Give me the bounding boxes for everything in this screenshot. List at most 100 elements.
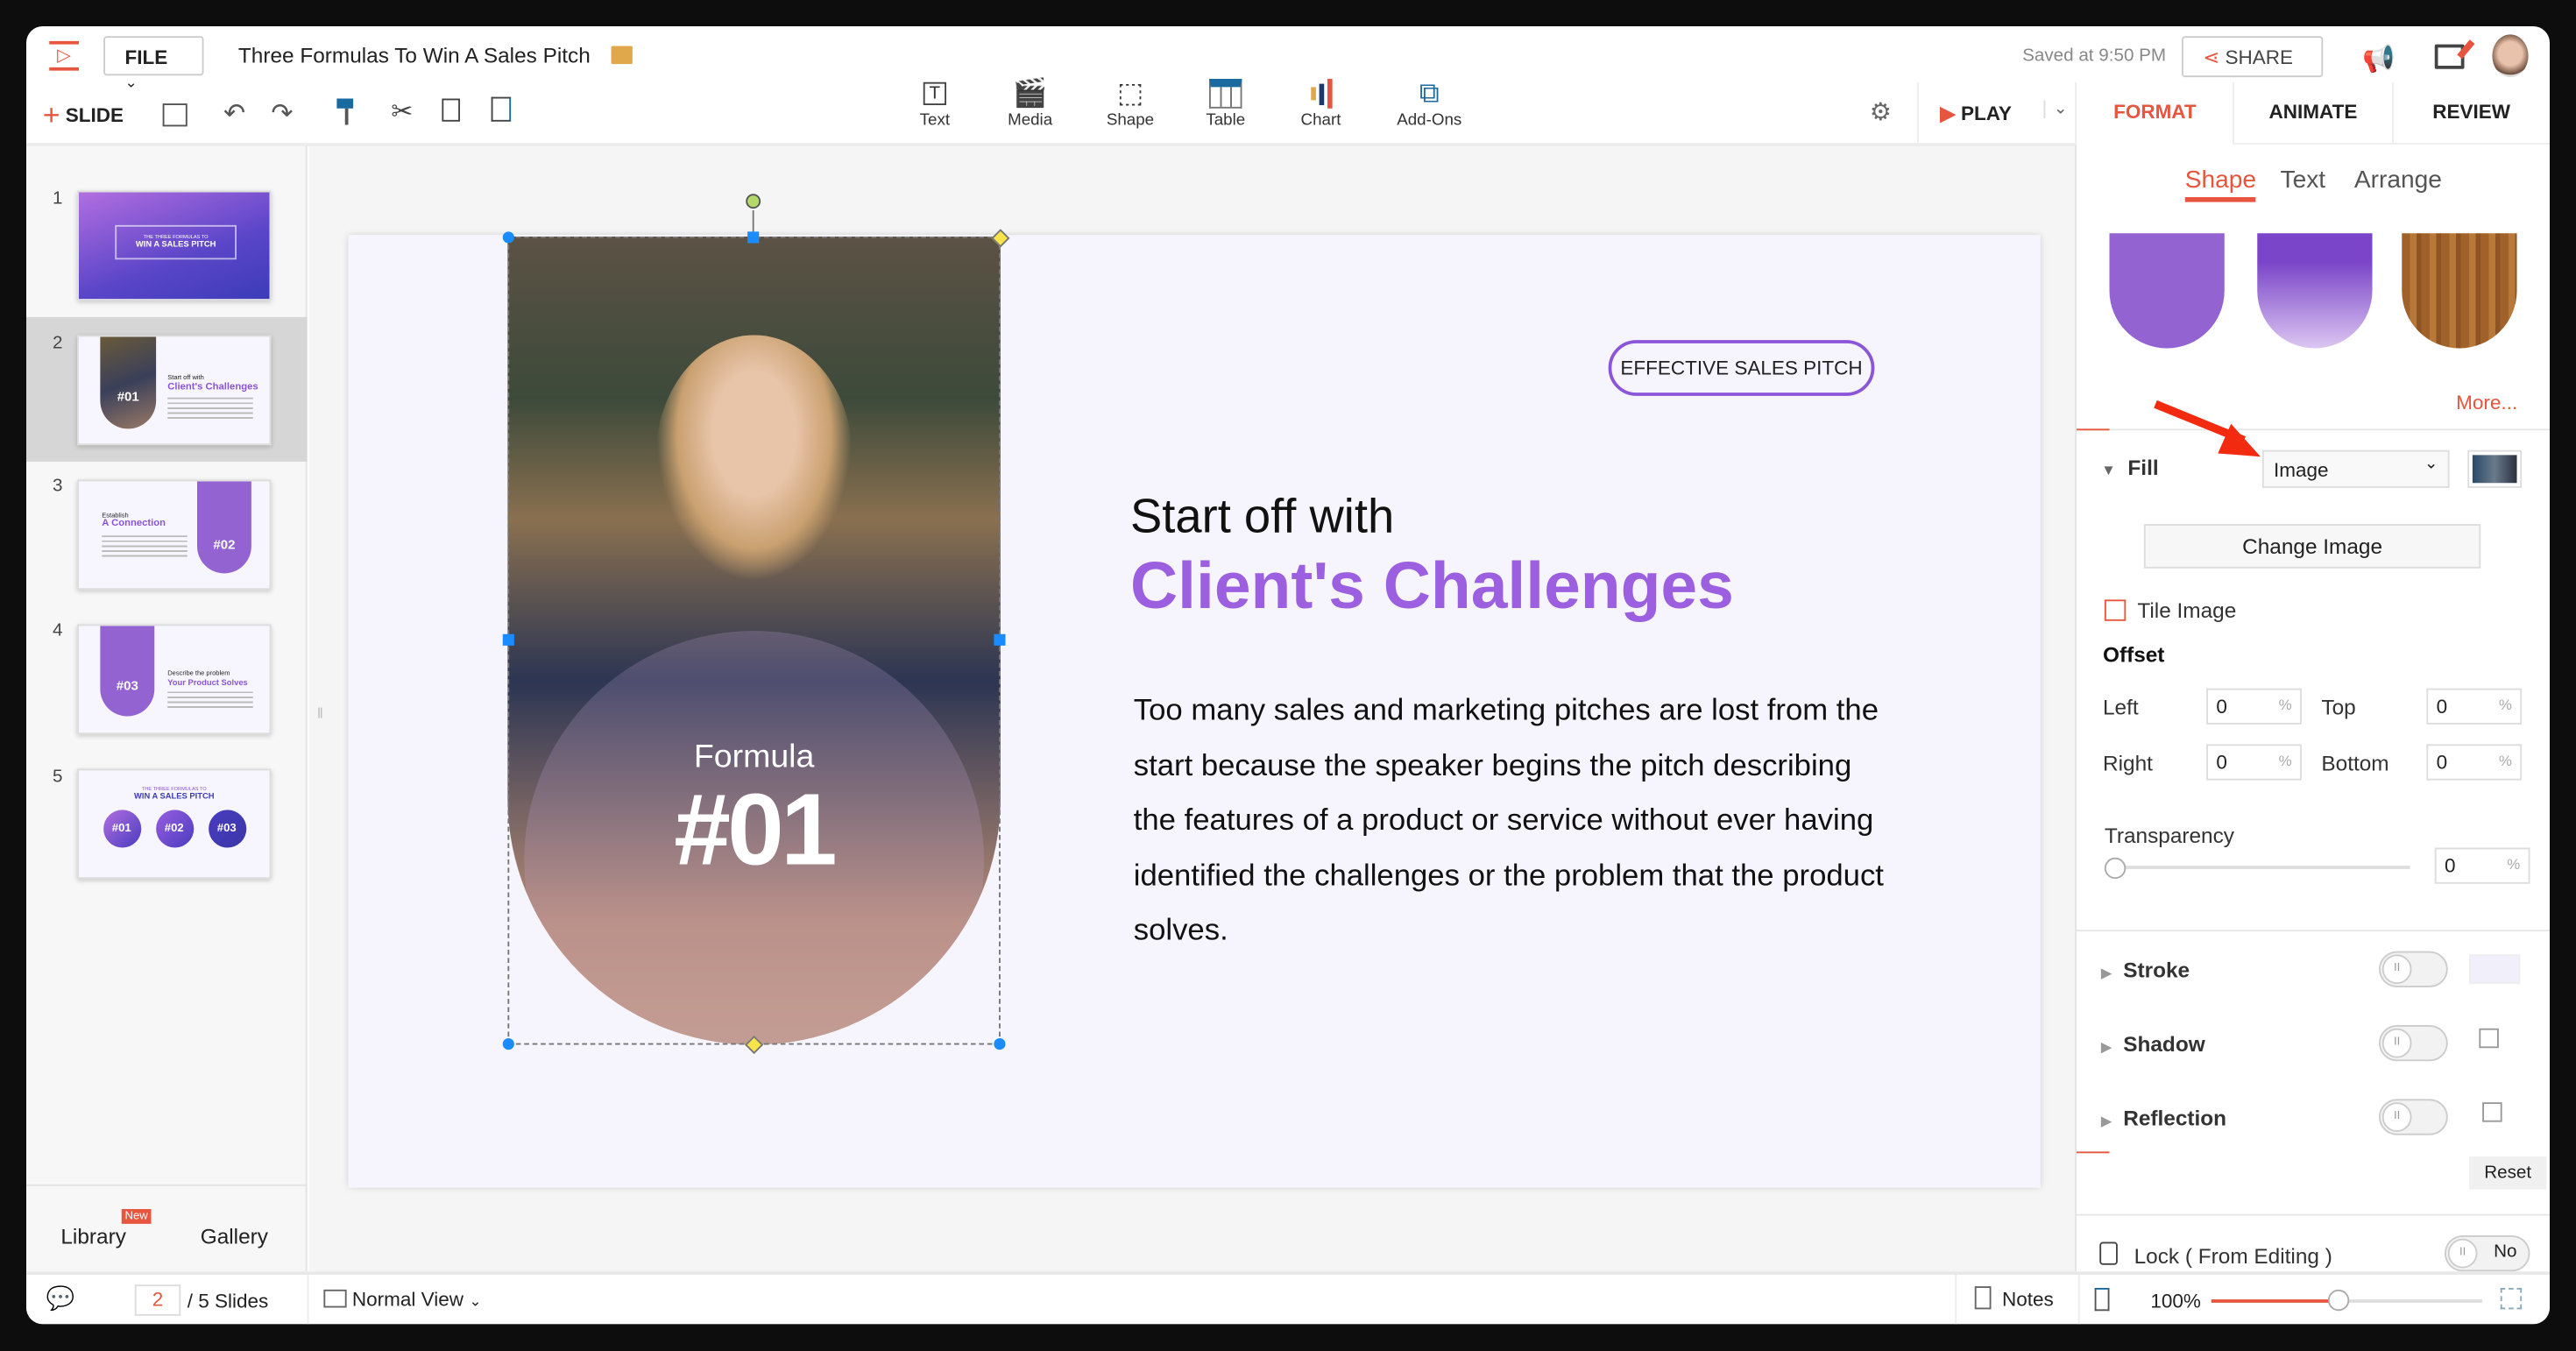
share-label: SHARE [2225, 46, 2294, 69]
paste-icon[interactable] [491, 96, 512, 122]
resize-handle[interactable] [747, 231, 760, 244]
file-menu-button[interactable]: FILE ⌄ [103, 36, 204, 90]
thumb-badge: #01 [103, 810, 141, 848]
fit-slide-icon[interactable] [2094, 1288, 2110, 1312]
feedback-icon[interactable] [2434, 39, 2475, 69]
reflection-section-header[interactable]: ▶ Reflection [2101, 1106, 2226, 1130]
lock-toggle[interactable]: II No [2445, 1235, 2530, 1272]
slide-canvas[interactable]: Formula #01 EFFECTIVE SALES PITCH Start … [348, 194, 2041, 1188]
library-button[interactable]: Library [60, 1224, 126, 1248]
undo-icon[interactable]: ↶ [223, 97, 245, 131]
resize-handle[interactable] [502, 1038, 514, 1050]
insert-chart-button[interactable]: Chart [1280, 75, 1362, 130]
insert-text-button[interactable]: T Text [894, 75, 976, 130]
rotate-handle[interactable] [746, 194, 761, 209]
caret-down-icon: ▼ [2101, 461, 2116, 478]
stroke-toggle[interactable]: II [2379, 951, 2448, 987]
fill-section-header[interactable]: ▼ Fill [2101, 455, 2159, 479]
image-thumbnail [2472, 455, 2517, 484]
offset-bottom-label: Bottom [2321, 750, 2389, 775]
fill-preset-solid[interactable] [2109, 233, 2225, 349]
tab-review[interactable]: REVIEW [2391, 81, 2550, 145]
stroke-section-header[interactable]: ▶ Stroke [2101, 958, 2190, 982]
tab-format[interactable]: FORMAT [2075, 81, 2233, 145]
shadow-preset-icon[interactable] [2479, 1028, 2499, 1049]
reflection-label: Reflection [2123, 1105, 2227, 1130]
panel-tabs: FORMAT ANIMATE REVIEW [2075, 81, 2550, 145]
slide-thumbnail-5[interactable]: THE THREE FORMULAS TO WIN A SALES PITCH … [77, 768, 272, 880]
announcement-icon[interactable]: 📢 [2362, 43, 2395, 76]
view-mode-dropdown[interactable]: Normal View ⌄ [323, 1288, 481, 1311]
insert-shape-button[interactable]: ⬚ Shape [1089, 75, 1171, 130]
insert-label: Chart [1300, 111, 1341, 131]
copy-icon[interactable] [442, 98, 460, 122]
slide-thumbnail-1[interactable]: THE THREE FORMULAS TO WIN A SALES PITCH [77, 190, 272, 301]
offset-left-input[interactable]: 0% [2206, 688, 2302, 725]
slideshow-settings-icon[interactable]: ⚙ [1870, 97, 1892, 127]
comments-icon[interactable]: 💬 [46, 1284, 75, 1312]
share-button[interactable]: ⋖ SHARE [2182, 36, 2324, 78]
fill-preset-gradient[interactable] [2257, 233, 2373, 349]
thumb-badge: #03 [116, 678, 138, 694]
slide-thumbnail-4[interactable]: #03 Describe the problem Your Product So… [77, 624, 272, 735]
play-button[interactable]: ▶ PLAY ⌄ [1917, 81, 2075, 145]
stroke-label: Stroke [2123, 958, 2190, 983]
thumb-badge: #02 [155, 810, 194, 848]
resize-handle[interactable] [994, 633, 1006, 646]
resize-handle[interactable] [994, 1038, 1006, 1050]
offset-right-input[interactable]: 0% [2206, 744, 2302, 781]
thumb-badge: #03 [208, 810, 246, 848]
slide-number: 3 [53, 476, 63, 497]
divider [2077, 1151, 2110, 1154]
redo-icon[interactable]: ↷ [271, 97, 293, 131]
slide-number: 2 [53, 333, 63, 354]
fill-image-picker[interactable] [2467, 449, 2523, 488]
insert-table-button[interactable]: Table [1185, 75, 1267, 130]
folder-icon[interactable] [611, 46, 633, 65]
fullscreen-icon[interactable] [2500, 1288, 2523, 1310]
subtab-text[interactable]: Text [2281, 166, 2326, 194]
annotation-arrow-icon [2154, 400, 2261, 457]
play-options-chevron-icon[interactable]: ⌄ [2043, 100, 2067, 118]
layout-icon[interactable] [162, 103, 188, 127]
resize-handle[interactable] [502, 231, 514, 244]
transparency-slider-thumb[interactable] [2104, 857, 2127, 880]
insert-media-button[interactable]: 🎬 Media [989, 75, 1072, 130]
fill-preset-wood[interactable] [2402, 233, 2517, 349]
more-presets-link[interactable]: More... [2456, 391, 2517, 414]
gallery-button[interactable]: Gallery [201, 1224, 268, 1248]
notes-button[interactable]: Notes [1974, 1286, 2054, 1311]
slide-thumbnail-3[interactable]: Establish A Connection #02 [77, 479, 272, 591]
field-value: 0 [2216, 750, 2227, 775]
resize-handle[interactable] [502, 633, 514, 646]
shadow-section-header[interactable]: ▶ Shadow [2101, 1032, 2205, 1057]
cut-icon[interactable]: ✂ [391, 95, 413, 129]
user-avatar[interactable] [2492, 34, 2529, 78]
reflection-toggle[interactable]: II [2379, 1099, 2448, 1135]
offset-bottom-input[interactable]: 0% [2426, 744, 2523, 781]
reflection-preset-icon[interactable] [2482, 1102, 2502, 1122]
panel-resize-handle[interactable]: ‖ [317, 704, 323, 721]
insert-addons-button[interactable]: ⧉ Add-Ons [1388, 75, 1470, 130]
transparency-slider[interactable] [2105, 866, 2410, 869]
offset-top-input[interactable]: 0% [2426, 688, 2523, 725]
format-painter-icon[interactable] [336, 98, 354, 125]
document-title[interactable]: Three Formulas To Win A Sales Pitch [238, 43, 591, 67]
add-slide-button[interactable]: + SLIDE [43, 99, 124, 133]
slide-thumbnail-2[interactable]: #01 Start off with Client's Challenges [77, 335, 272, 446]
fill-type-dropdown[interactable]: Image ⌄ [2261, 449, 2450, 488]
tile-image-checkbox[interactable] [2104, 599, 2127, 621]
shadow-toggle[interactable]: II [2379, 1025, 2448, 1062]
reset-button[interactable]: Reset [2469, 1156, 2547, 1190]
play-label: PLAY [1960, 102, 2012, 125]
stroke-color-swatch[interactable] [2469, 954, 2521, 985]
lock-icon [2099, 1241, 2118, 1265]
change-image-button[interactable]: Change Image [2143, 524, 2481, 569]
transparency-input[interactable]: 0% [2434, 847, 2530, 884]
current-slide-input[interactable]: 2 [134, 1284, 181, 1316]
subtab-shape[interactable]: Shape [2184, 166, 2257, 202]
subtab-arrange[interactable]: Arrange [2354, 166, 2442, 194]
tab-animate[interactable]: ANIMATE [2233, 81, 2392, 145]
app-logo-icon[interactable]: ▷ [49, 40, 79, 71]
zoom-slider-thumb[interactable] [2327, 1289, 2350, 1312]
